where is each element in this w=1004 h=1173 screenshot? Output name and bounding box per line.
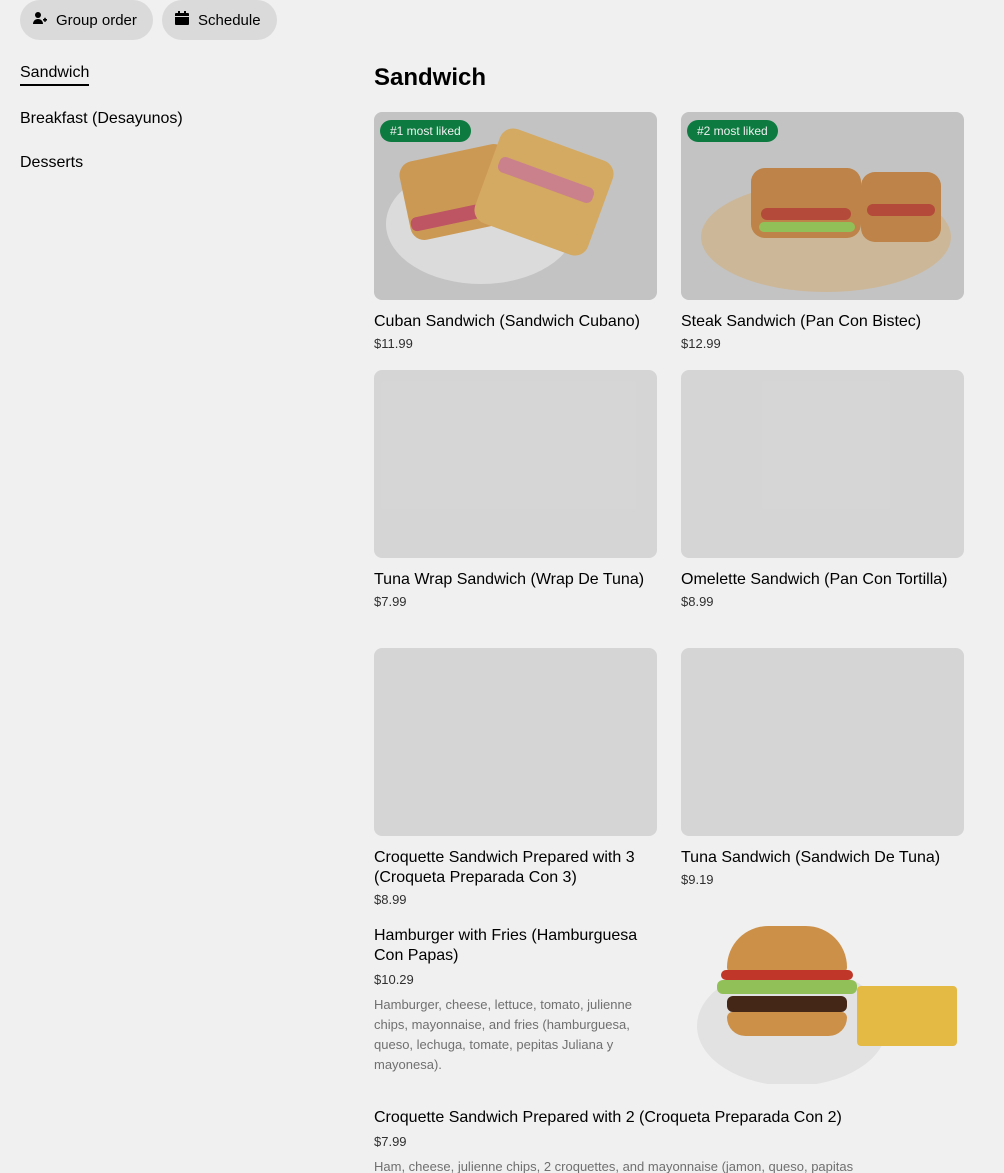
sidebar-item-breakfast[interactable]: Breakfast (Desayunos)	[20, 110, 183, 128]
item-description: Ham, cheese, julienne chips, 2 croquette…	[374, 1159, 854, 1173]
section-title: Sandwich	[374, 64, 487, 91]
most-liked-badge: #2 most liked	[687, 120, 778, 142]
menu-list-item-croquette-2[interactable]: Croquette Sandwich Prepared with 2 (Croq…	[374, 1108, 964, 1173]
most-liked-badge: #1 most liked	[380, 120, 471, 142]
menu-page: Group order Schedule Sandwich Breakfast …	[0, 0, 1004, 1173]
item-price: $8.99	[681, 594, 714, 609]
item-name: Croquette Sandwich Prepared with 2 (Croq…	[374, 1109, 842, 1126]
image-placeholder	[681, 370, 964, 558]
item-price: $10.29	[374, 972, 414, 987]
image-placeholder	[681, 648, 964, 836]
food-image: #2 most liked	[681, 112, 964, 300]
group-order-button[interactable]: Group order	[20, 0, 153, 40]
item-name: Omelette Sandwich (Pan Con Tortilla)	[681, 571, 948, 588]
schedule-label: Schedule	[198, 11, 261, 29]
sidebar-item-desserts[interactable]: Desserts	[20, 154, 83, 172]
menu-card-cuban-sandwich[interactable]: #1 most liked Cuban Sandwich (Sandwich C…	[374, 112, 657, 351]
item-name: Croquette Sandwich Prepared with 3 (Croq…	[374, 849, 635, 886]
item-price: $11.99	[374, 336, 413, 351]
food-image: #1 most liked	[374, 112, 657, 300]
menu-list-item-hamburger[interactable]: Hamburger with Fries (Hamburguesa Con Pa…	[374, 926, 666, 1075]
item-description: Hamburger, cheese, lettuce, tomato, juli…	[374, 997, 632, 1072]
menu-card-omelette-sandwich[interactable]: Omelette Sandwich (Pan Con Tortilla) $8.…	[681, 370, 964, 609]
item-price: $9.19	[681, 872, 714, 887]
hamburger-image[interactable]	[687, 926, 964, 1084]
group-order-label: Group order	[56, 11, 137, 29]
item-price: $7.99	[374, 1134, 407, 1149]
item-name: Tuna Wrap Sandwich (Wrap De Tuna)	[374, 571, 645, 588]
menu-card-steak-sandwich[interactable]: #2 most liked Steak Sandwich (Pan Con Bi…	[681, 112, 964, 351]
item-name: Steak Sandwich (Pan Con Bistec)	[681, 313, 922, 330]
item-name: Cuban Sandwich (Sandwich Cubano)	[374, 313, 640, 330]
image-placeholder	[374, 648, 657, 836]
item-price: $12.99	[681, 336, 721, 351]
image-placeholder	[374, 370, 657, 558]
menu-card-tuna-sandwich[interactable]: Tuna Sandwich (Sandwich De Tuna) $9.19	[681, 648, 964, 887]
add-person-icon	[32, 10, 48, 30]
menu-card-croquette-3[interactable]: Croquette Sandwich Prepared with 3 (Croq…	[374, 648, 657, 907]
calendar-icon	[174, 10, 190, 30]
menu-card-tuna-wrap[interactable]: Tuna Wrap Sandwich (Wrap De Tuna) $7.99	[374, 370, 657, 609]
item-name: Hamburger with Fries (Hamburguesa Con Pa…	[374, 927, 638, 964]
item-price: $7.99	[374, 594, 407, 609]
sidebar-item-sandwich[interactable]: Sandwich	[20, 64, 90, 86]
schedule-button[interactable]: Schedule	[162, 0, 277, 40]
item-price: $8.99	[374, 892, 407, 907]
item-name: Tuna Sandwich (Sandwich De Tuna)	[681, 849, 941, 866]
